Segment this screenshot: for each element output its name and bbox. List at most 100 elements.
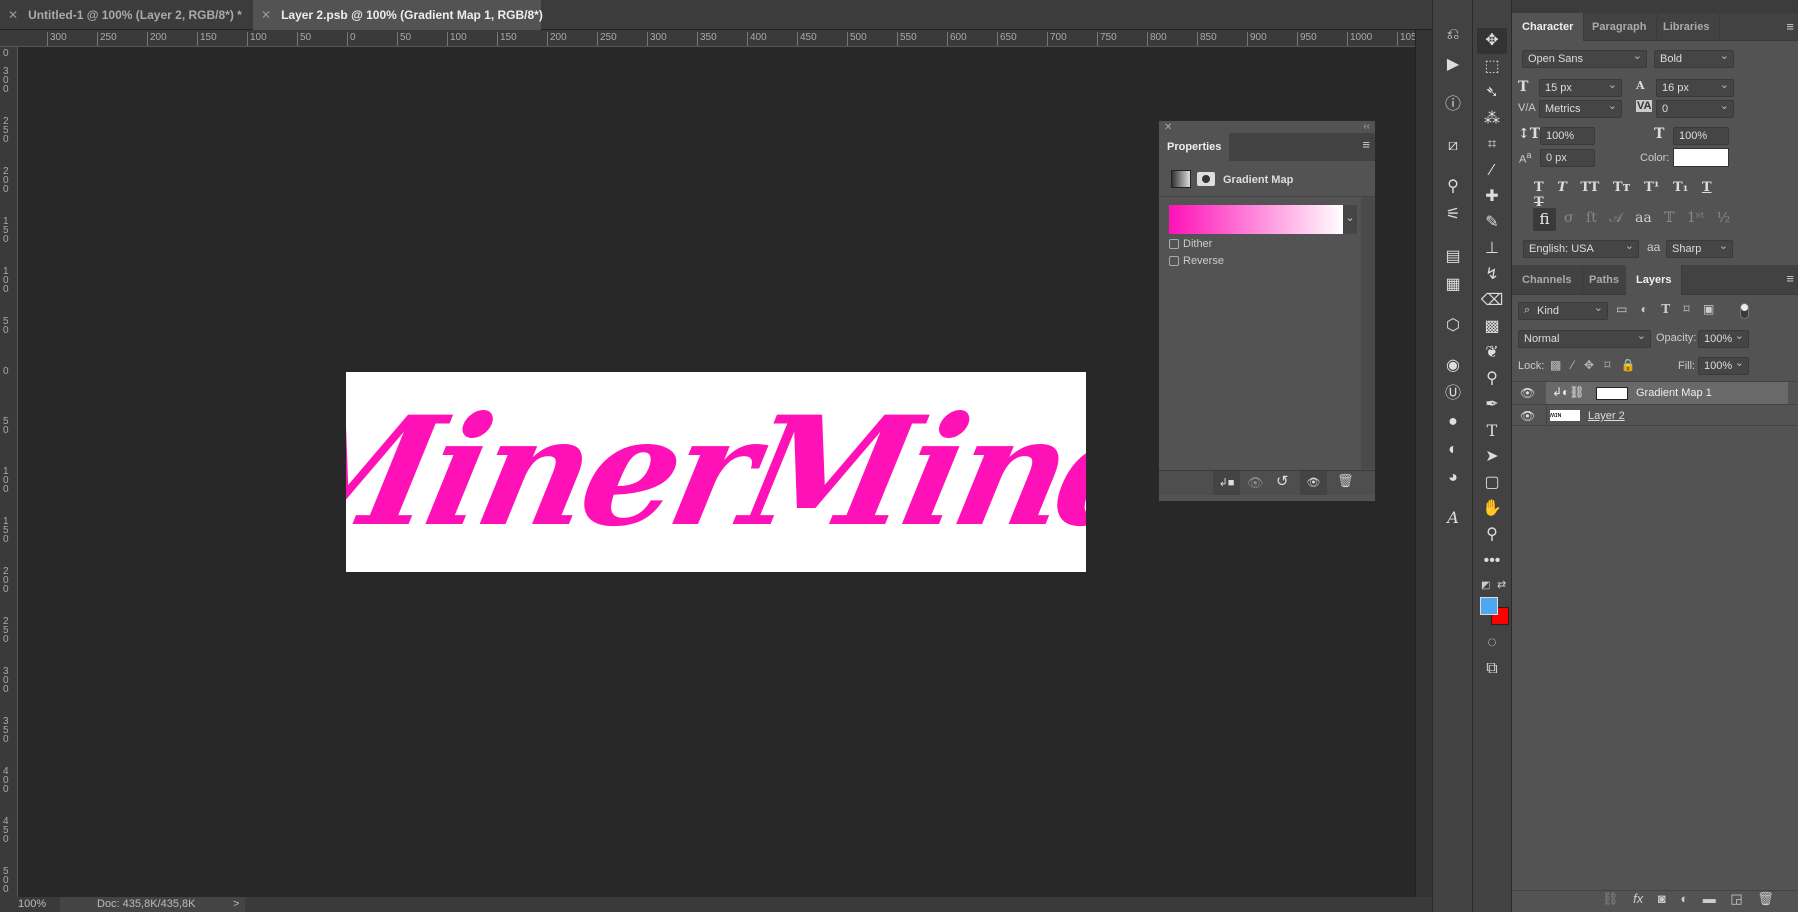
- magic-wand-tool-icon[interactable]: ⁂: [1477, 106, 1507, 132]
- panel-menu-icon[interactable]: ≡: [1362, 137, 1370, 152]
- underline-plugin-icon[interactable]: Ⓤ: [1438, 381, 1468, 407]
- swap-colors-icon[interactable]: ⇄: [1497, 578, 1506, 591]
- brushes-icon[interactable]: ⚲: [1438, 174, 1468, 200]
- rectangle-tool-icon[interactable]: ▢: [1477, 470, 1507, 496]
- text-color-swatch[interactable]: [1673, 148, 1729, 167]
- horizontal-scale-input[interactable]: 100%: [1673, 127, 1729, 145]
- view-previous-state-icon[interactable]: 👁: [1247, 475, 1264, 491]
- glyphs-icon[interactable]: A: [1438, 505, 1468, 531]
- blend-mode-select[interactable]: Normal: [1518, 328, 1651, 348]
- layer-row-layer-2[interactable]: 👁 ʍɪɴ Layer 2: [1512, 404, 1798, 427]
- layer-mask-thumbnail[interactable]: [1596, 387, 1628, 400]
- quick-mask-icon[interactable]: ◌: [1477, 630, 1507, 656]
- close-icon[interactable]: ✕: [1164, 122, 1172, 133]
- opacity-input[interactable]: 100%: [1698, 328, 1749, 348]
- screen-mode-icon[interactable]: ⧉: [1477, 656, 1507, 682]
- opentype-buttons[interactable]: σ ſt 𝒜 aa 𝕋 1ˢᵗ ½: [1564, 210, 1730, 226]
- crop-tool-icon[interactable]: ⌗: [1477, 132, 1507, 158]
- dither-checkbox[interactable]: [1169, 239, 1179, 249]
- gradient-tool-icon[interactable]: ▩: [1477, 314, 1507, 340]
- tab-libraries[interactable]: Libraries: [1653, 13, 1721, 41]
- properties-scrollbar[interactable]: [1361, 197, 1375, 469]
- visibility-eye-icon[interactable]: 👁: [1520, 386, 1535, 400]
- libraries-panel-icon[interactable]: ▤: [1438, 244, 1468, 270]
- vertical-scale-input[interactable]: 100%: [1540, 127, 1595, 145]
- antialias-select[interactable]: Sharp: [1666, 238, 1733, 258]
- tab-paragraph[interactable]: Paragraph: [1582, 13, 1658, 41]
- history-brush-tool-icon[interactable]: ↯: [1477, 262, 1507, 288]
- layer-name[interactable]: Layer 2: [1588, 410, 1625, 422]
- plugin-icon[interactable]: ◐: [1438, 437, 1468, 463]
- plugin-icon[interactable]: ◉: [1438, 353, 1468, 379]
- gradient-preview[interactable]: [1169, 205, 1343, 234]
- collapse-icon[interactable]: ‹‹: [1363, 121, 1370, 132]
- healing-brush-tool-icon[interactable]: ✚: [1477, 184, 1507, 210]
- font-size-select[interactable]: 15 px: [1539, 77, 1622, 97]
- eraser-tool-icon[interactable]: ⌫: [1477, 288, 1507, 314]
- history-icon[interactable]: ⎌: [1438, 22, 1468, 48]
- trash-icon[interactable]: 🗑: [1337, 473, 1354, 489]
- brush-tool-icon[interactable]: ✎: [1477, 210, 1507, 236]
- move-tool-icon[interactable]: ✥: [1477, 28, 1507, 54]
- info-icon[interactable]: ⓘ: [1438, 92, 1468, 118]
- vertical-scrollbar[interactable]: [1415, 30, 1432, 897]
- clip-to-layer-icon[interactable]: ↲■: [1213, 471, 1240, 495]
- lock-buttons[interactable]: ▩ ⁄ ✥ ⌑ 🔒: [1550, 358, 1636, 372]
- user-icon[interactable]: ◕: [1438, 465, 1468, 491]
- type-tool-icon[interactable]: T: [1477, 418, 1507, 444]
- hand-tool-icon[interactable]: ✋: [1477, 496, 1507, 522]
- panel-menu-icon[interactable]: ≡: [1786, 19, 1794, 34]
- zoom-tool-icon[interactable]: ⚲: [1477, 522, 1507, 548]
- font-family-select[interactable]: Open Sans: [1522, 48, 1647, 68]
- tab-layers[interactable]: Layers: [1626, 265, 1683, 295]
- vertical-ruler[interactable]: 0 300 250 200 150 100 50 0 50 100 150 200 250 300 350 4…: [0, 47, 18, 897]
- tracking-select[interactable]: 0: [1656, 98, 1734, 118]
- brush-settings-icon[interactable]: ⚟: [1438, 202, 1468, 228]
- lasso-tool-icon[interactable]: ➴: [1477, 80, 1507, 106]
- close-icon[interactable]: ✕: [8, 8, 18, 22]
- type-style-buttons[interactable]: T T TT Tт T¹ T₁ T T: [1534, 180, 1734, 210]
- close-icon[interactable]: ✕: [261, 8, 271, 22]
- marquee-tool-icon[interactable]: ⬚: [1477, 54, 1507, 80]
- blur-tool-icon[interactable]: ❦: [1477, 340, 1507, 366]
- location-icon[interactable]: ●: [1438, 409, 1468, 435]
- layers-bottom-bar[interactable]: ⛓ fx ◙ ◐ ▬ ◲ 🗑: [1512, 890, 1798, 912]
- ligatures-button[interactable]: fi: [1533, 208, 1556, 231]
- visibility-eye-icon[interactable]: 👁: [1520, 409, 1535, 423]
- layer-row-gradient-map-1[interactable]: 👁 ↲◐⛓ Gradient Map 1: [1512, 381, 1798, 405]
- actions-play-icon[interactable]: ▶: [1438, 52, 1468, 78]
- kerning-select[interactable]: Metrics: [1539, 98, 1622, 118]
- language-select[interactable]: English: USA: [1523, 238, 1639, 258]
- visibility-icon[interactable]: 👁: [1300, 471, 1327, 495]
- pen-tool-icon[interactable]: ✒: [1477, 392, 1507, 418]
- leading-select[interactable]: 16 px: [1656, 77, 1734, 97]
- baseline-shift-input[interactable]: 0 px: [1540, 149, 1595, 167]
- status-menu-arrow[interactable]: >: [233, 898, 239, 910]
- 3d-cube-icon[interactable]: ⬡: [1438, 313, 1468, 339]
- tab-untitled-1[interactable]: ✕ Untitled-1 @ 100% (Layer 2, RGB/8*) *: [0, 0, 253, 30]
- more-tools-icon[interactable]: •••: [1477, 548, 1507, 574]
- panel-menu-icon[interactable]: ≡: [1786, 271, 1794, 286]
- notes-icon[interactable]: ▦: [1438, 272, 1468, 298]
- reverse-checkbox[interactable]: [1169, 256, 1179, 266]
- transform-icon[interactable]: ⧄: [1438, 133, 1468, 159]
- foreground-color-swatch[interactable]: [1480, 597, 1498, 615]
- zoom-level[interactable]: 100%: [18, 898, 46, 910]
- path-selection-tool-icon[interactable]: ➤: [1477, 444, 1507, 470]
- fill-input[interactable]: 100%: [1698, 355, 1749, 375]
- tab-channels[interactable]: Channels: [1512, 265, 1583, 295]
- tab-character[interactable]: Character: [1512, 13, 1585, 41]
- tab-layer-2-psb[interactable]: ✕ Layer 2.psb @ 100% (Gradient Map 1, RGB…: [253, 0, 543, 30]
- layer-name[interactable]: Gradient Map 1: [1636, 387, 1712, 399]
- reset-icon[interactable]: ↺: [1276, 472, 1289, 490]
- horizontal-ruler[interactable]: 300 250 200 150 100 50 0 50 100 150 200 250 300 350 40…: [0, 30, 1415, 47]
- layer-filter-select[interactable]: Kind: [1518, 300, 1608, 320]
- gradient-dropdown[interactable]: ⌄: [1343, 205, 1357, 234]
- layer-filter-icons[interactable]: ▭ ◐ T ⌑ ▣: [1616, 302, 1714, 316]
- eyedropper-tool-icon[interactable]: ⁄: [1477, 158, 1507, 184]
- filter-toggle[interactable]: [1740, 303, 1749, 319]
- mask-icon[interactable]: [1197, 172, 1215, 186]
- tab-paths[interactable]: Paths: [1579, 265, 1630, 295]
- document-canvas[interactable]: MinerMind: [346, 372, 1086, 572]
- default-colors-icon[interactable]: ◩: [1481, 580, 1490, 591]
